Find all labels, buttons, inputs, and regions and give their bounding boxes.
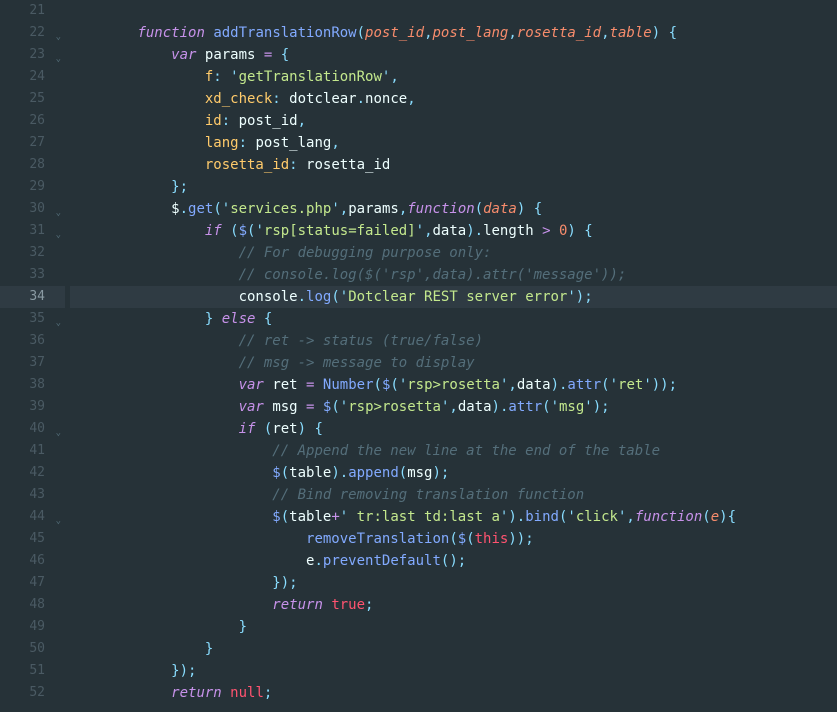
code-line[interactable]: $(table).append(msg); [70,462,837,484]
fold-chevron-icon[interactable]: ⌄ [51,202,61,212]
line-number[interactable]: 27 [0,132,65,154]
code-line[interactable]: id: post_id, [70,110,837,132]
code-line[interactable]: // For debugging purpose only: [70,242,837,264]
line-number[interactable]: 45 [0,528,65,550]
line-number[interactable]: 32 [0,242,65,264]
line-number[interactable]: 23⌄ [0,44,65,66]
line-number[interactable]: 31⌄ [0,220,65,242]
fold-chevron-icon[interactable]: ⌄ [51,48,61,58]
code-line[interactable]: // ret -> status (true/false) [70,330,837,352]
fold-chevron-icon[interactable]: ⌄ [51,422,61,432]
code-line[interactable]: if (ret) { [70,418,837,440]
code-line[interactable]: } else { [70,308,837,330]
line-number[interactable]: 39 [0,396,65,418]
code-line[interactable]: rosetta_id: rosetta_id [70,154,837,176]
code-line[interactable]: $(table+' tr:last td:last a').bind('clic… [70,506,837,528]
line-number[interactable]: 33 [0,264,65,286]
line-number[interactable]: 48 [0,594,65,616]
line-number[interactable]: 30⌄ [0,198,65,220]
code-line[interactable]: xd_check: dotclear.nonce, [70,88,837,110]
line-number[interactable]: 26 [0,110,65,132]
code-line[interactable]: return true; [70,594,837,616]
line-number[interactable]: 47 [0,572,65,594]
line-number[interactable]: 24 [0,66,65,88]
code-line[interactable]: var ret = Number($('rsp>rosetta',data).a… [70,374,837,396]
line-number[interactable]: 40⌄ [0,418,65,440]
code-line[interactable]: }; [70,176,837,198]
code-line[interactable]: e.preventDefault(); [70,550,837,572]
code-line[interactable]: // Bind removing translation function [70,484,837,506]
code-line[interactable]: // console.log($('rsp',data).attr('messa… [70,264,837,286]
code-line[interactable]: var msg = $('rsp>rosetta',data).attr('ms… [70,396,837,418]
line-number[interactable]: 29 [0,176,65,198]
code-line[interactable] [70,0,837,22]
line-number[interactable]: 38 [0,374,65,396]
code-line[interactable]: }); [70,660,837,682]
line-number[interactable]: 50 [0,638,65,660]
code-line[interactable]: f: 'getTranslationRow', [70,66,837,88]
line-number[interactable]: 35⌄ [0,308,65,330]
line-number[interactable]: 52 [0,682,65,704]
fold-chevron-icon[interactable]: ⌄ [51,510,61,520]
fold-chevron-icon[interactable]: ⌄ [51,224,61,234]
line-number-gutter[interactable]: 2122⌄23⌄24252627282930⌄31⌄323334‹›35⌄363… [0,0,65,712]
line-number[interactable]: 34‹› [0,286,65,308]
line-number[interactable]: 42 [0,462,65,484]
code-line[interactable]: // Append the new line at the end of the… [70,440,837,462]
line-number[interactable]: 51 [0,660,65,682]
code-line[interactable]: removeTranslation($(this)); [70,528,837,550]
code-line[interactable]: function addTranslationRow(post_id,post_… [70,22,837,44]
line-number[interactable]: 41 [0,440,65,462]
fold-chevron-icon[interactable]: ⌄ [51,312,61,322]
code-line[interactable]: $.get('services.php',params,function(dat… [70,198,837,220]
code-area[interactable]: function addTranslationRow(post_id,post_… [65,0,837,712]
line-number[interactable]: 21 [0,0,65,22]
line-number[interactable]: 25 [0,88,65,110]
code-line[interactable]: } [70,638,837,660]
line-number[interactable]: 49 [0,616,65,638]
code-line[interactable]: if ($('rsp[status=failed]',data).length … [70,220,837,242]
code-line[interactable]: }); [70,572,837,594]
line-number[interactable]: 46 [0,550,65,572]
code-line[interactable]: console.log('Dotclear REST server error'… [70,286,837,308]
code-line[interactable]: var params = { [70,44,837,66]
line-number[interactable]: 22⌄ [0,22,65,44]
line-number[interactable]: 44⌄ [0,506,65,528]
line-number[interactable]: 36 [0,330,65,352]
code-line[interactable]: lang: post_lang, [70,132,837,154]
code-line[interactable]: } [70,616,837,638]
code-editor[interactable]: 2122⌄23⌄24252627282930⌄31⌄323334‹›35⌄363… [0,0,837,712]
line-number[interactable]: 43 [0,484,65,506]
code-line[interactable]: // msg -> message to display [70,352,837,374]
fold-chevron-icon[interactable]: ⌄ [51,26,61,36]
code-line[interactable]: return null; [70,682,837,704]
line-number[interactable]: 37 [0,352,65,374]
line-number[interactable]: 28 [0,154,65,176]
